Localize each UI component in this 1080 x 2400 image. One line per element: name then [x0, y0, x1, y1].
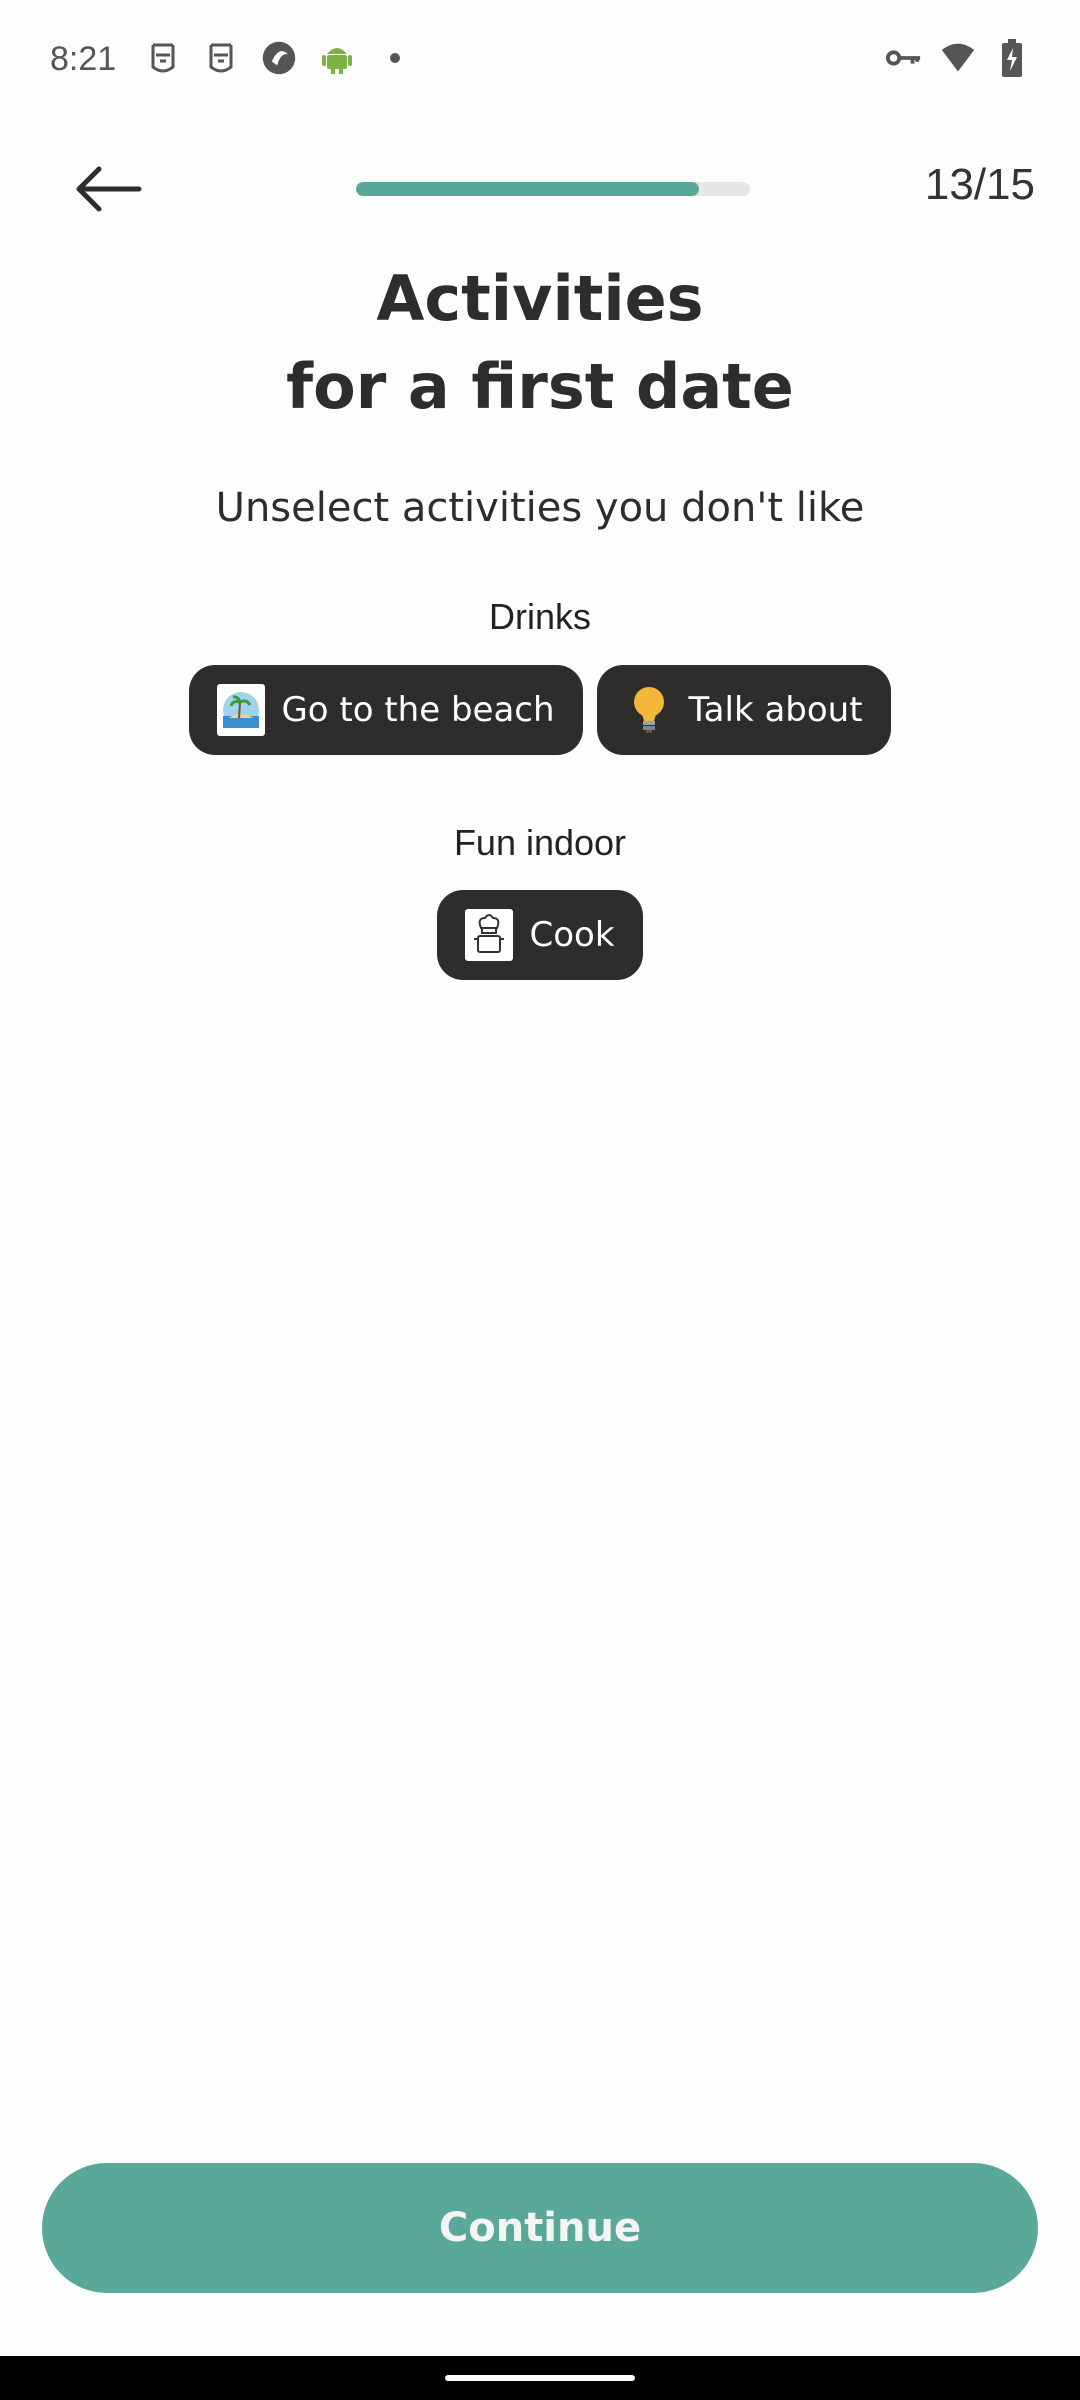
chip-row-drinks: Go to the beach Talk about [0, 665, 1080, 755]
continue-button[interactable]: Continue [42, 2163, 1038, 2293]
chip-row-fun-indoor: Cook [0, 890, 1080, 980]
dot-icon [377, 40, 413, 76]
page-title-line1: Activities [376, 262, 704, 335]
back-button[interactable] [60, 155, 156, 227]
beach-icon [217, 684, 266, 736]
section-label-drinks: Drinks [488, 596, 591, 637]
page-subtitle: Unselect activities you don't like [215, 485, 865, 531]
lightbulb-icon [625, 684, 673, 736]
system-nav-bar [0, 2356, 1080, 2400]
home-indicator[interactable] [445, 2375, 635, 2381]
status-bar: 8:21 [0, 0, 1080, 125]
battery-charging-icon [994, 39, 1030, 77]
arrow-left-icon [73, 164, 143, 218]
wifi-icon [940, 40, 976, 76]
progress-bar [356, 182, 750, 196]
section-label-fun-indoor: Fun indoor [453, 822, 627, 863]
progress-fill [356, 182, 699, 196]
chef-icon [465, 909, 514, 961]
status-icons-right [886, 39, 1030, 77]
chip-talk-about[interactable]: Talk about [596, 665, 891, 755]
app-icon [261, 40, 297, 76]
chip-label: Talk about [688, 690, 863, 730]
page-title-line2: for a first date [286, 350, 794, 423]
face-icon [203, 40, 239, 76]
android-icon [319, 40, 355, 76]
chip-label: Cook [529, 915, 615, 955]
step-counter: 13/15 [924, 160, 1035, 209]
chip-go-to-the-beach[interactable]: Go to the beach [189, 665, 583, 755]
chip-cook[interactable]: Cook [437, 890, 643, 980]
status-icons-left [145, 40, 413, 76]
chip-label: Go to the beach [281, 690, 555, 730]
page-title: Activities for a first date [0, 255, 1080, 431]
key-icon [886, 40, 922, 76]
status-time: 8:21 [50, 40, 117, 78]
face-icon [145, 40, 181, 76]
